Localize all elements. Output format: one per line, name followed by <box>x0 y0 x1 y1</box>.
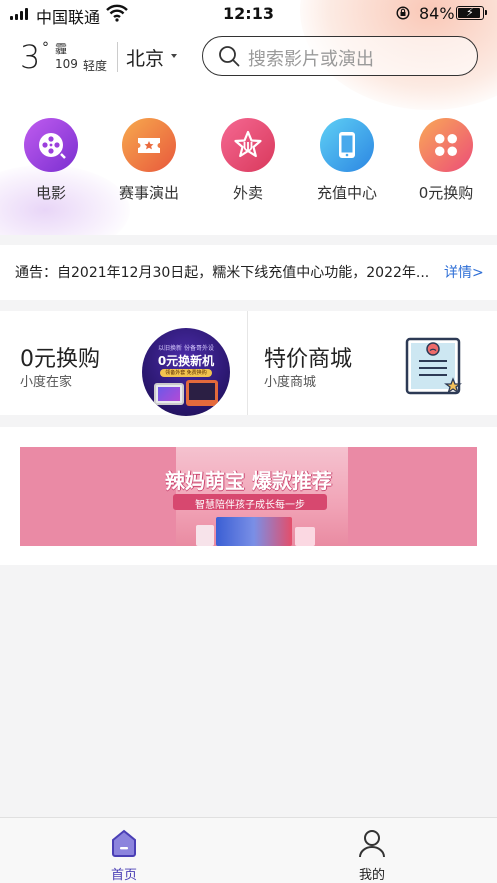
weather-degree: ° <box>42 40 49 56</box>
battery-percent: 84% <box>419 4 455 23</box>
quick-nav-takeout[interactable]: 外卖 <box>199 118 289 208</box>
weather-aqi-level: 轻度 <box>83 59 108 73</box>
weather-aqi: 109 <box>55 57 78 71</box>
tab-label: 首页 <box>110 868 137 883</box>
tab-bar: 首页 我的 <box>0 817 497 883</box>
profile-icon <box>359 830 385 858</box>
notice-details-link[interactable]: 详情> <box>444 262 484 282</box>
quick-nav-label: 电影 <box>35 184 66 202</box>
header-divider <box>117 42 118 72</box>
quick-nav-events[interactable]: 赛事演出 <box>100 118 190 208</box>
smart-display-image <box>154 383 184 405</box>
ticket-icon <box>122 118 176 172</box>
battery-charging-icon: ⚡ <box>456 6 487 20</box>
promo-banner[interactable]: 辣妈萌宝 爆款推荐 智慧陪伴孩子成长每一步 <box>20 447 477 546</box>
status-bar: 中国联通 12:13 84% ⚡ <box>0 0 497 30</box>
search-input[interactable]: 搜索影片或演出 <box>202 36 478 76</box>
top-area: 中国联通 12:13 84% ⚡ 3 ° 霾 109 轻度 北京 搜索影片或演出… <box>0 0 497 235</box>
notice-bar[interactable]: 通告：自2021年12月30日起，糯米下线充值中心功能，2022年... 详情> <box>0 245 497 300</box>
promo-image-top-text: 以旧换新 份备哥外设 <box>158 345 214 352</box>
price-list-icon <box>405 337 462 395</box>
promo-card-title: 特价商城 <box>264 347 353 372</box>
banner-subtitle: 智慧陪伴孩子成长每一步 <box>195 500 305 511</box>
promo-image-badge: 领备外套 免费换购 <box>160 369 212 377</box>
promo-image-main-text: 0元换新机 <box>157 354 215 368</box>
quick-nav-label: 充值中心 <box>316 184 377 202</box>
grid-icon <box>419 118 473 172</box>
promo-cards: 0元换购 小度在家 以旧换新 份备哥外设 0元换新机 领备外套 免费换购 特价商… <box>0 311 497 416</box>
tab-home[interactable]: 首页 <box>0 818 248 883</box>
smart-display-image <box>186 380 218 406</box>
quick-nav-zero-exchange[interactable]: 0元换购 <box>397 118 487 208</box>
quick-nav-label: 赛事演出 <box>118 184 179 202</box>
search-placeholder: 搜索影片或演出 <box>248 49 374 70</box>
weather-temperature: 3 <box>20 38 41 76</box>
card-divider <box>247 311 248 415</box>
banner-title: 辣妈萌宝 爆款推荐 <box>165 469 332 493</box>
promo-card-title: 0元换购 <box>20 347 100 372</box>
notice-text: 通告：自2021年12月30日起，糯米下线充值中心功能，2022年... <box>15 265 430 281</box>
banner-section: 辣妈萌宝 爆款推荐 智慧陪伴孩子成长每一步 <box>0 427 497 565</box>
home-icon <box>112 829 136 857</box>
quick-nav-label: 0元换购 <box>418 184 474 202</box>
takeout-star-icon <box>221 118 275 172</box>
product-image <box>295 527 315 546</box>
product-image <box>216 517 292 546</box>
product-image <box>196 525 214 546</box>
promo-card-subtitle: 小度商城 <box>264 375 317 390</box>
tab-profile[interactable]: 我的 <box>248 818 496 883</box>
rotation-lock-icon <box>396 6 410 20</box>
chevron-down-icon <box>171 54 177 58</box>
quick-nav-label: 外卖 <box>232 184 263 202</box>
quick-nav-movie[interactable]: 电影 <box>2 118 92 208</box>
search-icon <box>219 46 240 67</box>
phone-icon <box>320 118 374 172</box>
promo-device-image: 以旧换新 份备哥外设 0元换新机 领备外套 免费换购 <box>142 328 230 416</box>
promo-card-subtitle: 小度在家 <box>20 375 73 390</box>
weather-condition: 霾 <box>55 42 68 56</box>
tab-label: 我的 <box>358 868 385 883</box>
film-reel-icon <box>24 118 78 172</box>
quick-nav-recharge[interactable]: 充值中心 <box>298 118 388 208</box>
city-name: 北京 <box>126 48 165 70</box>
